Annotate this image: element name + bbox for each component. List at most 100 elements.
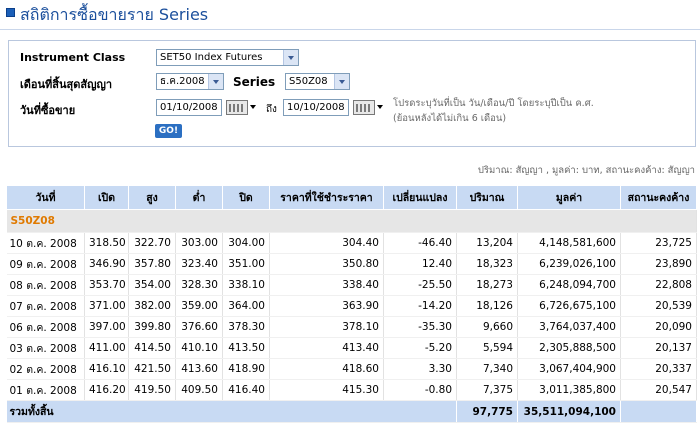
low-cell: 413.60: [175, 358, 223, 380]
series-group-row: S50Z08: [6, 209, 697, 233]
title-divider: [0, 29, 700, 30]
value-cell: 6,726,675,100: [517, 295, 621, 317]
table-row: 07 ต.ค. 2008 371.00 382.00 359.00 364.00 363.…: [6, 295, 697, 317]
settlement-price-cell: 304.40: [269, 232, 384, 254]
high-cell: 399.80: [128, 316, 176, 338]
contract-month-select[interactable]: ธ.ค.2008: [156, 73, 224, 90]
open-interest-cell: 23,890: [620, 253, 697, 275]
date-cell: 01 ต.ค. 2008: [6, 379, 85, 401]
close-cell: 378.30: [222, 316, 270, 338]
column-header-volume[interactable]: ปริมาณ: [456, 185, 518, 210]
value-cell: 3,011,385,800: [517, 379, 621, 401]
trading-stats-table: วันที่ เปิด สูง ต่ำ ปิด ราคาที่ใช้ชำระรา…: [6, 185, 697, 423]
close-cell: 416.40: [222, 379, 270, 401]
total-value: 35,511,094,100: [517, 400, 621, 423]
open-cell: 318.50: [84, 232, 129, 254]
column-header-open[interactable]: เปิด: [84, 185, 129, 210]
date-to-input[interactable]: 10/10/2008: [283, 99, 349, 116]
volume-cell: 18,273: [456, 274, 518, 296]
table-row: 10 ต.ค. 2008 318.50 322.70 303.00 304.00 304.…: [6, 232, 697, 254]
contract-month-value: ธ.ค.2008: [160, 76, 205, 87]
chevron-down-icon: [377, 105, 383, 109]
instrument-class-value: SET50 Index Futures: [160, 52, 263, 63]
calendar-icon: [353, 100, 375, 115]
search-form: Instrument Class SET50 Index Futures เดื…: [8, 40, 696, 147]
contract-month-label: เดือนที่สิ้นสุดสัญญา: [20, 78, 113, 91]
chevron-down-icon: [283, 50, 298, 65]
series-label: Series: [233, 75, 276, 89]
close-cell: 338.10: [222, 274, 270, 296]
title-bullet-icon: [6, 8, 15, 17]
table-row: 02 ต.ค. 2008 416.10 421.50 413.60 418.90 418.…: [6, 358, 697, 380]
change-cell: -25.50: [383, 274, 457, 296]
series-value: S50Z08: [289, 76, 328, 87]
close-cell: 364.00: [222, 295, 270, 317]
go-button[interactable]: GO!: [155, 124, 182, 138]
column-header-close[interactable]: ปิด: [222, 185, 270, 210]
volume-cell: 13,204: [456, 232, 518, 254]
change-cell: 3.30: [383, 358, 457, 380]
date-from-calendar-button[interactable]: [226, 99, 258, 116]
open-cell: 353.70: [84, 274, 129, 296]
column-header-open-interest[interactable]: สถานะคงค้าง: [620, 185, 697, 210]
high-cell: 322.70: [128, 232, 176, 254]
date-range-note: (ย้อนหลังได้ไม่เกิน 6 เดือน): [393, 113, 507, 124]
change-cell: -0.80: [383, 379, 457, 401]
chevron-down-icon: [334, 74, 349, 89]
open-cell: 416.10: [84, 358, 129, 380]
value-cell: 6,239,026,100: [517, 253, 621, 275]
date-from-input[interactable]: 01/10/2008: [156, 99, 222, 116]
open-interest-cell: 20,090: [620, 316, 697, 338]
value-cell: 4,148,581,600: [517, 232, 621, 254]
settlement-price-cell: 378.10: [269, 316, 384, 338]
change-cell: -46.40: [383, 232, 457, 254]
low-cell: 409.50: [175, 379, 223, 401]
table-row: 08 ต.ค. 2008 353.70 354.00 328.30 338.10 338.…: [6, 274, 697, 296]
series-group-label: S50Z08: [6, 209, 697, 233]
low-cell: 303.00: [175, 232, 223, 254]
instrument-class-select[interactable]: SET50 Index Futures: [156, 49, 299, 66]
high-cell: 414.50: [128, 337, 176, 359]
high-cell: 419.50: [128, 379, 176, 401]
open-cell: 397.00: [84, 316, 129, 338]
volume-cell: 7,340: [456, 358, 518, 380]
column-header-change[interactable]: เปลี่ยนแปลง: [383, 185, 457, 210]
settlement-price-cell: 363.90: [269, 295, 384, 317]
total-volume: 97,775: [456, 400, 518, 423]
close-cell: 304.00: [222, 232, 270, 254]
open-interest-cell: 20,539: [620, 295, 697, 317]
date-to-calendar-button[interactable]: [353, 99, 385, 116]
date-cell: 10 ต.ค. 2008: [6, 232, 85, 254]
value-cell: 6,248,094,700: [517, 274, 621, 296]
chevron-down-icon: [250, 105, 256, 109]
units-note: ปริมาณ: สัญญา , มูลค่า: บาท, สถานะคงค้าง…: [477, 165, 695, 176]
column-header-high[interactable]: สูง: [128, 185, 176, 210]
total-open-interest-empty: [620, 400, 697, 423]
settlement-price-cell: 338.40: [269, 274, 384, 296]
close-cell: 413.50: [222, 337, 270, 359]
volume-cell: 5,594: [456, 337, 518, 359]
volume-cell: 18,126: [456, 295, 518, 317]
value-cell: 2,305,888,500: [517, 337, 621, 359]
column-header-low[interactable]: ต่ำ: [175, 185, 223, 210]
low-cell: 328.30: [175, 274, 223, 296]
low-cell: 359.00: [175, 295, 223, 317]
volume-cell: 9,660: [456, 316, 518, 338]
settlement-price-cell: 415.30: [269, 379, 384, 401]
date-cell: 07 ต.ค. 2008: [6, 295, 85, 317]
column-header-settlement-price[interactable]: ราคาที่ใช้ชำระราคา: [269, 185, 384, 210]
table-row: 06 ต.ค. 2008 397.00 399.80 376.60 378.30 378.…: [6, 316, 697, 338]
open-interest-cell: 20,547: [620, 379, 697, 401]
series-select[interactable]: S50Z08: [285, 73, 350, 90]
column-header-date[interactable]: วันที่: [6, 185, 85, 210]
change-cell: -5.20: [383, 337, 457, 359]
low-cell: 323.40: [175, 253, 223, 275]
settlement-price-cell: 418.60: [269, 358, 384, 380]
column-header-value[interactable]: มูลค่า: [517, 185, 621, 210]
high-cell: 421.50: [128, 358, 176, 380]
high-cell: 382.00: [128, 295, 176, 317]
change-cell: -14.20: [383, 295, 457, 317]
table-row: 01 ต.ค. 2008 416.20 419.50 409.50 416.40 415.…: [6, 379, 697, 401]
instrument-class-label: Instrument Class: [20, 51, 126, 64]
date-cell: 09 ต.ค. 2008: [6, 253, 85, 275]
